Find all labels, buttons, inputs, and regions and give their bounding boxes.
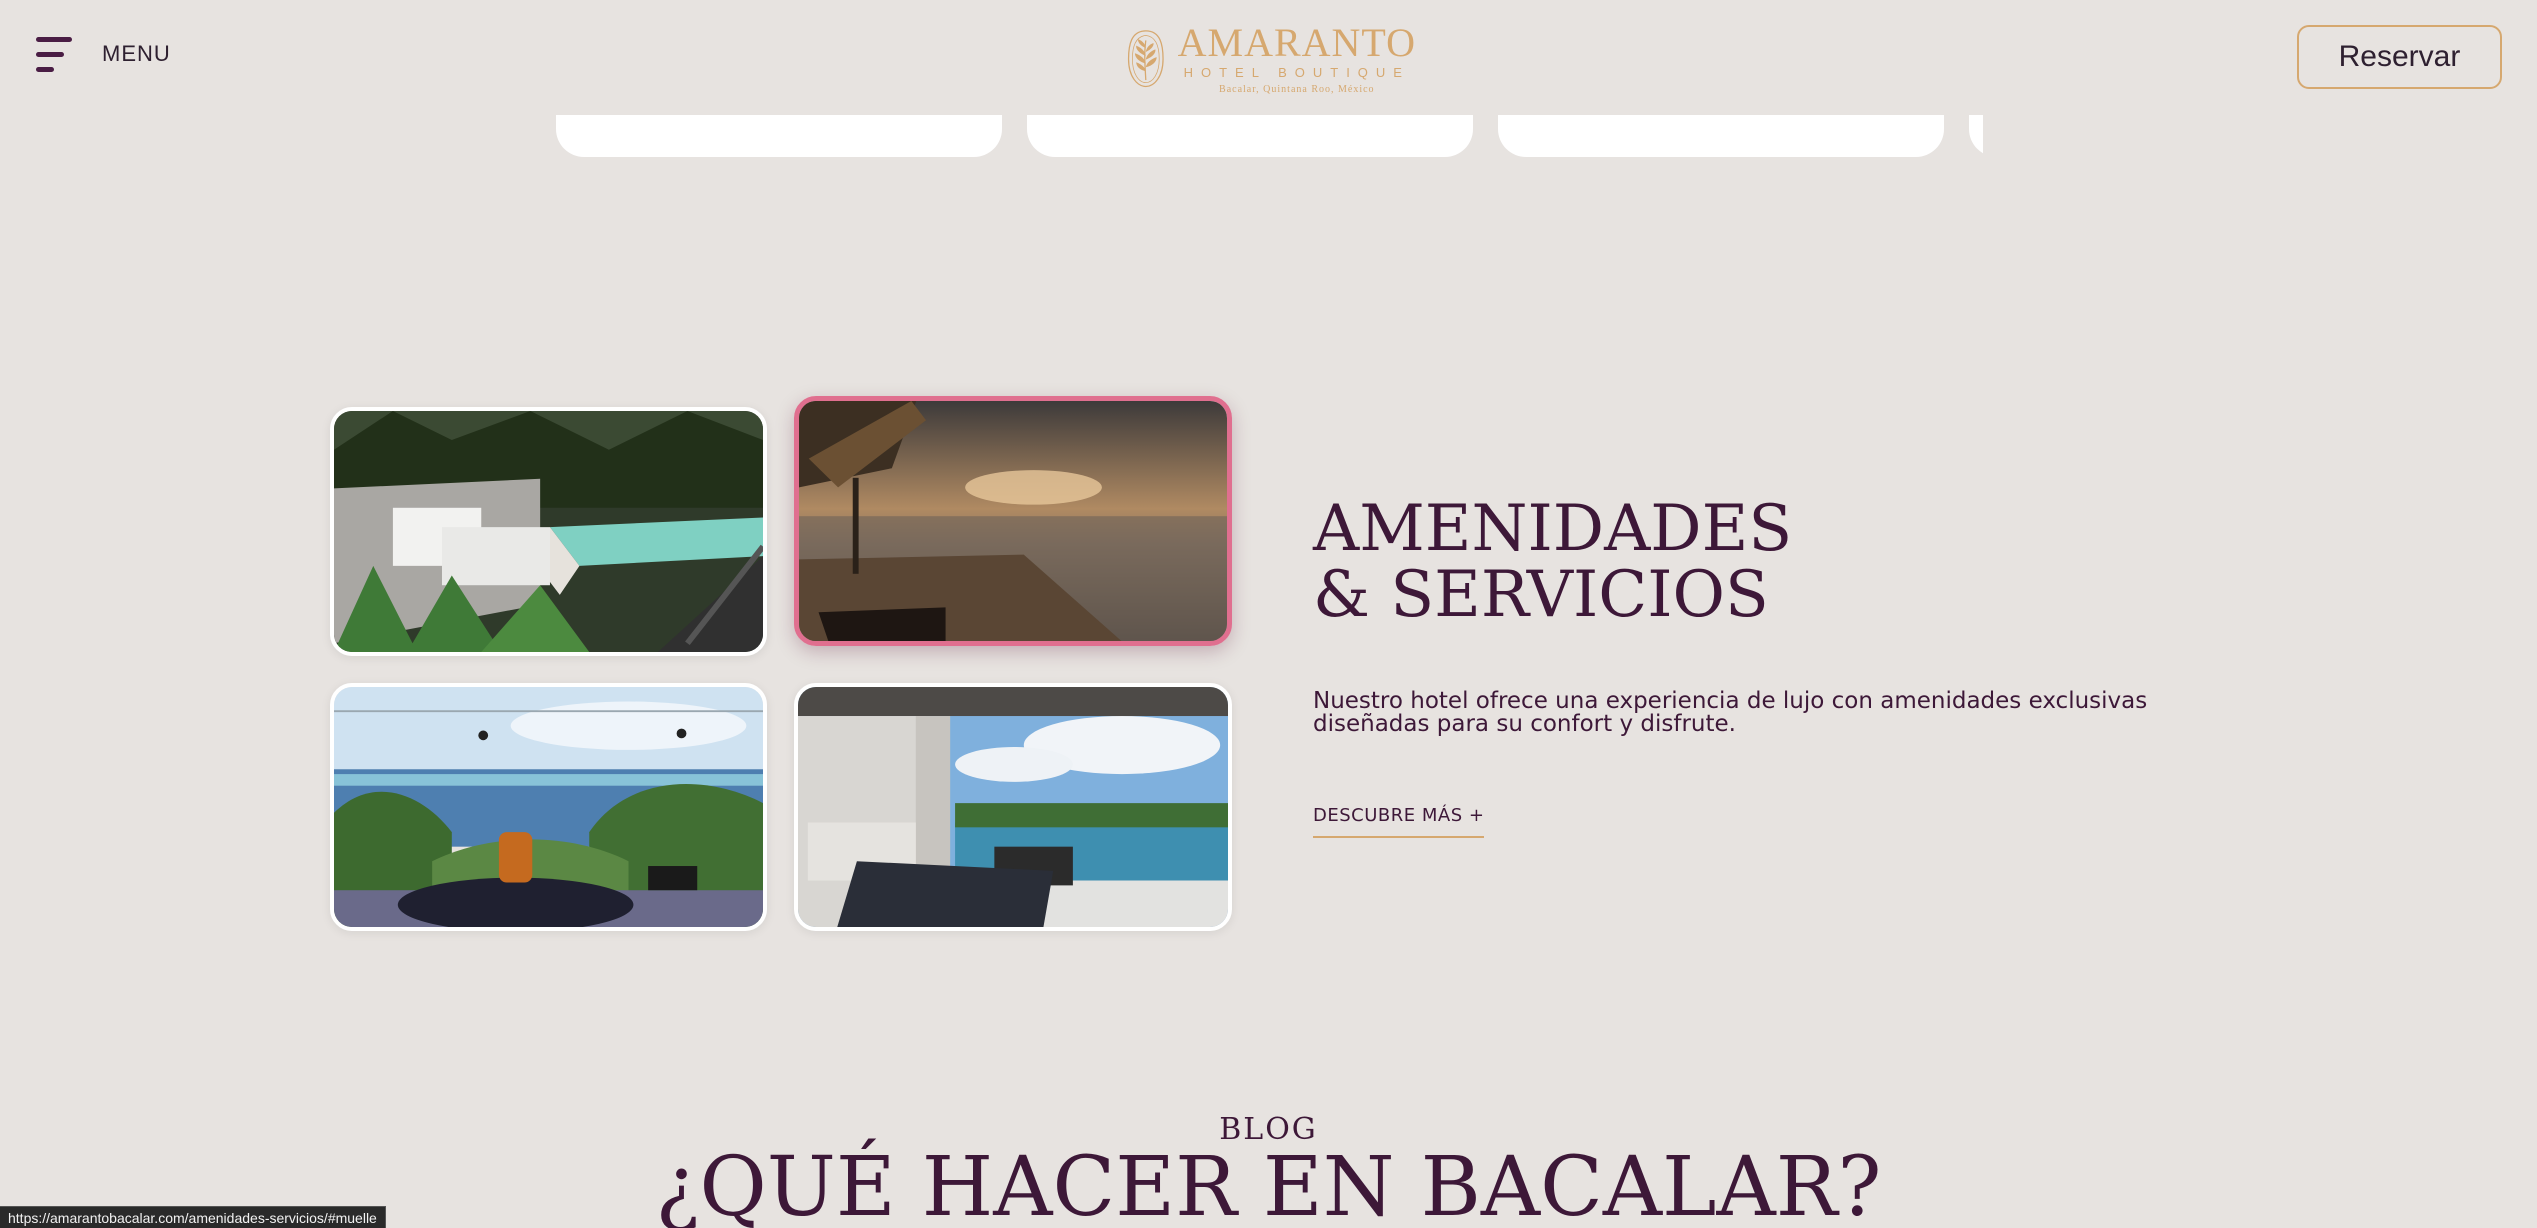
section-title-line2: & SERVICIOS xyxy=(1313,558,1769,632)
photo-pool-terrace[interactable] xyxy=(330,407,767,656)
menu-label: MENU xyxy=(102,41,171,66)
logo-subtitle: HOTEL BOUTIQUE xyxy=(1183,65,1410,80)
status-bar-url: https://amarantobacalar.com/amenidades-s… xyxy=(0,1206,386,1228)
section-description: Nuestro hotel ofrece una experiencia de … xyxy=(1313,688,2148,737)
logo-tagline: Bacalar, Quintana Roo, México xyxy=(1219,84,1375,95)
photo-dock-sunset[interactable] xyxy=(794,396,1232,646)
discover-more-link[interactable]: DESCUBRE MÁS + xyxy=(1313,805,1485,838)
reserve-button[interactable]: Reservar xyxy=(2297,25,2502,89)
hamburger-icon xyxy=(36,34,76,74)
menu-button[interactable]: MENU xyxy=(36,34,171,74)
logo-name: AMARANTO xyxy=(1177,20,1416,65)
logo[interactable]: AMARANTO HOTEL BOUTIQUE Bacalar, Quintan… xyxy=(1126,12,1416,106)
section-title: AMENIDADES & SERVICIOS xyxy=(1313,496,1792,628)
leaf-emblem-icon xyxy=(1127,30,1164,88)
section-title-line1: AMENIDADES xyxy=(1313,492,1793,566)
photo-suite-terrace[interactable] xyxy=(794,683,1232,931)
site-header: MENU AMARANTO HOTEL BOUTIQUE Bacalar, Qu… xyxy=(0,0,2537,115)
photo-lagoon-view-drink[interactable] xyxy=(330,683,767,931)
